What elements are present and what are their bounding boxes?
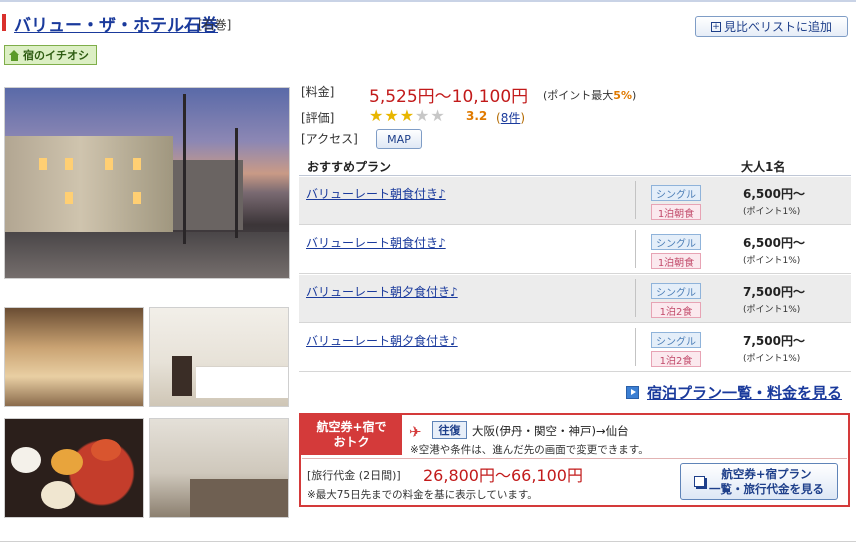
plan-list-label[interactable]: 宿泊プラン一覧・料金を見る [647, 382, 842, 403]
points-info: (ポイント最大5%) [543, 89, 637, 102]
meal-tag: 1泊朝食 [651, 204, 701, 220]
review-count: (8件) [496, 111, 526, 125]
meal-tag: 1泊朝食 [651, 253, 701, 269]
plan-points: (ポイント1%) [743, 354, 801, 364]
plan-name-link[interactable]: バリューレート朝食付き♪ [306, 234, 446, 251]
plan-points: (ポイント1%) [743, 305, 801, 315]
review-count-link[interactable]: 8件 [501, 111, 521, 125]
divider [302, 458, 847, 459]
plan-row: バリューレート朝夕食付き♪ シングル 1泊2食 7,500円〜 (ポイント1%) [299, 324, 851, 372]
plane-icon: ✈ [409, 423, 422, 441]
airport-note: ※空港や条件は、進んだ先の画面で変更できます。 [410, 444, 649, 456]
price-label: [料金] [301, 85, 335, 99]
plan-name-link[interactable]: バリューレート朝夕食付き♪ [306, 283, 458, 300]
meal-photo[interactable] [4, 418, 144, 518]
plan-price: 7,500円〜 [743, 334, 805, 348]
air-hotel-package-box: 航空券+宿で おトク ✈ 往復 大阪(伊丹・関空・神戸)→仙台 ※空港や条件は、… [299, 413, 850, 507]
plus-box-icon: + [710, 21, 721, 32]
plan-name-link[interactable]: バリューレート朝食付き♪ [306, 185, 446, 202]
plan-list-link[interactable]: 宿泊プラン一覧・料金を見る [626, 382, 842, 403]
plan-name-link[interactable]: バリューレート朝夕食付き♪ [306, 332, 458, 349]
corridor-photo[interactable] [149, 418, 289, 518]
fare-note: ※最大75日先までの料金を基に表示しています。 [307, 489, 538, 501]
arrow-right-icon [626, 386, 639, 399]
flight-route: 大阪(伊丹・関空・神戸)→仙台 [472, 424, 629, 438]
top-border [0, 0, 856, 2]
add-to-compare-button[interactable]: + 見比べリストに追加 [695, 16, 848, 37]
windows-icon [694, 476, 705, 487]
round-trip-badge: 往復 [432, 421, 467, 439]
header-accent-bar [2, 14, 6, 31]
compare-button-label: 見比べリストに追加 [723, 20, 832, 34]
recommend-badge-label: 宿のイチオシ [23, 49, 89, 62]
air-hotel-label: 航空券+宿で おトク [301, 415, 402, 455]
plan-price: 7,500円〜 [743, 285, 805, 299]
meal-tag: 1泊2食 [651, 302, 701, 318]
plan-row: バリューレート朝夕食付き♪ シングル 1泊2食 7,500円〜 (ポイント1%) [299, 275, 851, 323]
plan-points: (ポイント1%) [743, 256, 801, 266]
hotel-name-link[interactable]: バリュー・ザ・ホテル石巻 [14, 11, 218, 36]
points-percent: 5% [613, 89, 632, 102]
plan-row: バリューレート朝食付き♪ シングル 1泊朝食 6,500円〜 (ポイント1%) [299, 177, 851, 225]
star-filled-icon: ★ [384, 106, 399, 125]
room-type-tag: シングル [651, 185, 701, 201]
plan-column-header: おすすめプラン [307, 160, 392, 174]
star-rating: ★ ★ ★ ★ ★ [369, 108, 445, 124]
star-empty-icon: ★ [430, 106, 445, 125]
plan-row: バリューレート朝食付き♪ シングル 1泊朝食 6,500円〜 (ポイント1%) [299, 226, 851, 274]
map-button[interactable]: MAP [376, 129, 422, 149]
room-type-tag: シングル [651, 283, 701, 299]
rating-label: [評価] [301, 111, 335, 125]
fare-range: 26,800円〜66,100円 [423, 466, 583, 485]
hotel-exterior-photo[interactable] [4, 87, 290, 279]
plan-table-header: おすすめプラン 大人1名 [299, 156, 851, 176]
room-photo[interactable] [149, 307, 289, 407]
star-empty-icon: ★ [415, 106, 430, 125]
plan-price: 6,500円〜 [743, 187, 805, 201]
star-filled-icon: ★ [399, 106, 415, 125]
bottom-border [0, 541, 856, 542]
star-filled-icon: ★ [369, 106, 384, 125]
room-type-tag: シングル [651, 332, 701, 348]
plan-price: 6,500円〜 [743, 236, 805, 250]
meal-tag: 1泊2食 [651, 351, 701, 367]
room-type-tag: シングル [651, 234, 701, 250]
air-hotel-plans-button[interactable]: 航空券+宿プラン 一覧・旅行代金を見る [680, 463, 838, 500]
house-icon [9, 49, 20, 61]
lobby-photo[interactable] [4, 307, 144, 407]
plan-points: (ポイント1%) [743, 207, 801, 217]
hotel-area: [石巻] [198, 18, 232, 32]
price-range: 5,525円〜10,100円 [369, 87, 529, 107]
price-column-header: 大人1名 [741, 160, 786, 174]
recommend-badge: 宿のイチオシ [4, 45, 97, 65]
rating-value: 3.2 [466, 109, 488, 123]
fare-label: [旅行代金 (2日間)] [307, 469, 401, 482]
access-label: [アクセス] [301, 132, 358, 146]
